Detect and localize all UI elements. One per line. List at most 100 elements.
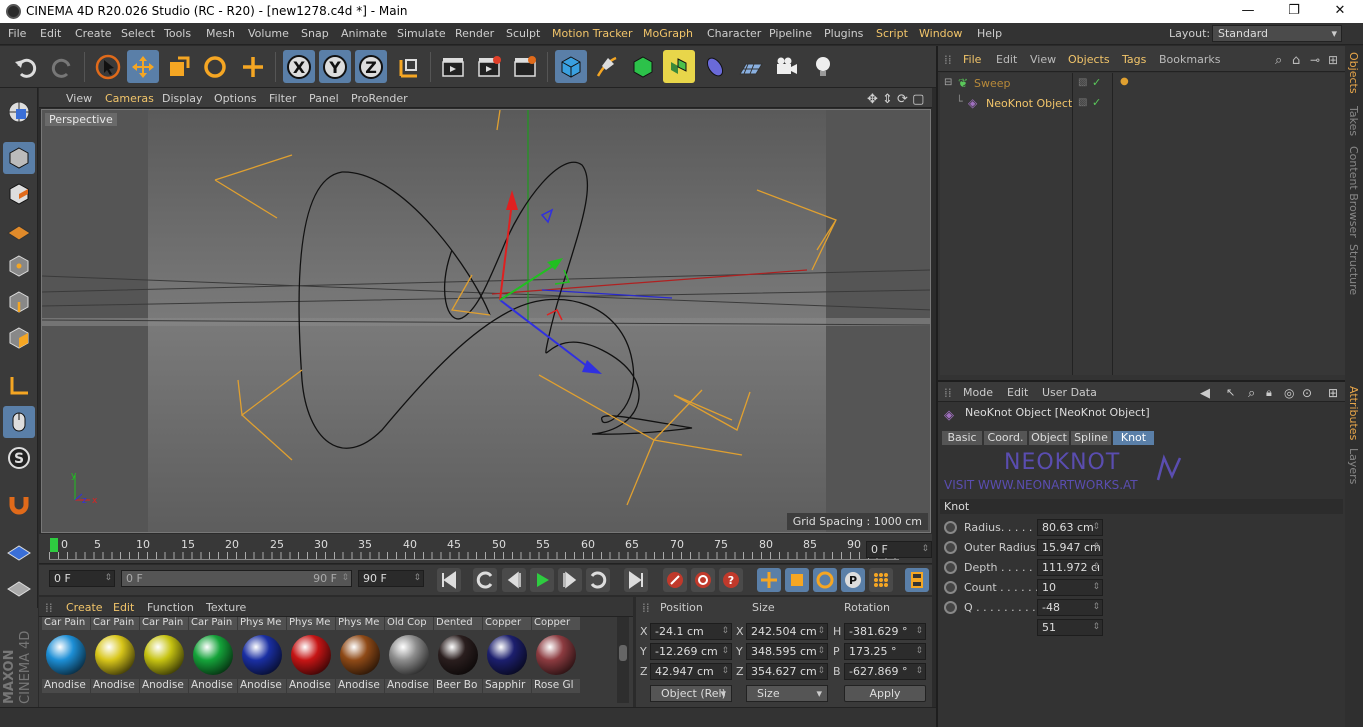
objects-menu-objects[interactable]: Objects: [1068, 53, 1110, 66]
animate-radio[interactable]: [944, 541, 957, 554]
history-icon[interactable]: ◎: [1284, 386, 1294, 400]
object-row-sweep[interactable]: ⊟ ❦ Sweep ▧ ✓ ●: [940, 74, 1345, 94]
y-axis-toggle[interactable]: Y: [319, 50, 351, 83]
rotation-h-field[interactable]: -381.629 °: [844, 623, 926, 640]
size-y-field[interactable]: 348.595 cm: [746, 643, 828, 660]
coordinate-mode-dropdown[interactable]: Object (Rel): [650, 685, 732, 702]
menu-tools[interactable]: Tools: [164, 27, 191, 40]
subdivision-surface-button[interactable]: [627, 50, 659, 83]
previous-key-button[interactable]: [473, 568, 497, 592]
start-frame-field[interactable]: 0 F: [49, 570, 115, 587]
objects-menu-tags[interactable]: Tags: [1122, 53, 1146, 66]
viewport-menu-filter[interactable]: Filter: [269, 92, 296, 105]
polygons-mode-button[interactable]: [3, 322, 35, 354]
animate-radio[interactable]: [944, 581, 957, 594]
objects-menu-bookmarks[interactable]: Bookmarks: [1159, 53, 1220, 66]
apply-button[interactable]: Apply: [844, 685, 926, 702]
floor-button[interactable]: [735, 50, 767, 83]
viewport-navigation-icons[interactable]: ✥ ⇕ ⟳ ▢: [867, 92, 924, 107]
light-button[interactable]: [807, 50, 839, 83]
edges-mode-button[interactable]: [3, 286, 35, 318]
workplane-lock-button[interactable]: [3, 534, 35, 566]
tab-knot[interactable]: Knot: [1112, 430, 1155, 446]
object-name[interactable]: NeoKnot Object: [986, 97, 1072, 110]
autokeying-button[interactable]: [691, 568, 715, 592]
objects-menu-view[interactable]: View: [1030, 53, 1056, 66]
tab-basic[interactable]: Basic: [941, 430, 983, 446]
lock-icon[interactable]: 🔒︎: [1266, 386, 1272, 400]
material-item[interactable]: Phys Me Anodise: [238, 617, 286, 695]
close-button[interactable]: ✕: [1317, 0, 1363, 23]
animate-radio[interactable]: [944, 601, 957, 614]
menu-animate[interactable]: Animate: [341, 27, 387, 40]
menu-file[interactable]: File: [8, 27, 26, 40]
attributes-menu-user-data[interactable]: User Data: [1042, 386, 1097, 399]
material-item[interactable]: Dented Beer Bo: [434, 617, 482, 695]
rotate-tool-button[interactable]: [199, 50, 231, 83]
render-view-button[interactable]: [437, 50, 469, 83]
new-panel-icon[interactable]: ⊞: [1328, 386, 1338, 400]
workplane-button[interactable]: [3, 214, 35, 246]
menu-mesh[interactable]: Mesh: [206, 27, 235, 40]
new-panel-icon[interactable]: ⊞: [1328, 53, 1338, 67]
tag-icon[interactable]: ●: [1120, 76, 1129, 87]
frame-range-slider[interactable]: 0 F 90 F: [121, 570, 352, 587]
menu-character[interactable]: Character: [707, 27, 761, 40]
next-key-button[interactable]: [586, 568, 610, 592]
deformer-button[interactable]: [699, 50, 731, 83]
redo-button[interactable]: [46, 50, 78, 83]
pen-spline-button[interactable]: [591, 50, 623, 83]
viewport-menu-panel[interactable]: Panel: [309, 92, 339, 105]
make-editable-button[interactable]: [3, 96, 35, 128]
live-selection-button[interactable]: [92, 50, 124, 83]
viewport-menu-cameras[interactable]: Cameras: [105, 92, 154, 105]
z-axis-toggle[interactable]: Z: [355, 50, 387, 83]
locked-workplane-button[interactable]: [3, 570, 35, 602]
perspective-viewport[interactable]: y x z Perspective Grid Spacing : 1000 cm: [41, 109, 931, 533]
search-icon[interactable]: ⌕: [1275, 53, 1282, 68]
material-item[interactable]: Car Pain Anodise: [42, 617, 90, 695]
side-tab-attributes[interactable]: Attributes: [1347, 386, 1360, 440]
material-item[interactable]: Phys Me Anodise: [287, 617, 335, 695]
camera-button[interactable]: [771, 50, 803, 83]
viewport-menu-options[interactable]: Options: [214, 92, 256, 105]
solo-button[interactable]: S: [3, 442, 35, 474]
parameter-key-button[interactable]: P: [841, 568, 865, 592]
go-to-end-button[interactable]: [624, 568, 648, 592]
snap-button[interactable]: [3, 488, 35, 520]
material-scrollbar-thumb[interactable]: [619, 645, 627, 661]
tab-spline[interactable]: Spline: [1070, 430, 1112, 446]
timeline-ruler[interactable]: 0 5 10 15 20 25 30 35 40 45 50 55 60 65 …: [39, 534, 932, 564]
attributes-menu-edit[interactable]: Edit: [1007, 386, 1028, 399]
record-active-button[interactable]: [663, 568, 687, 592]
go-to-start-button[interactable]: [437, 568, 461, 592]
menu-sculpt[interactable]: Sculpt: [506, 27, 540, 40]
menu-render[interactable]: Render: [455, 27, 494, 40]
material-menu-create[interactable]: Create: [66, 601, 103, 614]
play-button[interactable]: [530, 568, 554, 592]
menu-simulate[interactable]: Simulate: [397, 27, 446, 40]
enabled-check-icon[interactable]: ✓: [1092, 76, 1101, 89]
outer-radius-field[interactable]: 15.947 cm: [1037, 539, 1103, 556]
search-icon[interactable]: ⌕: [1248, 386, 1255, 401]
material-scrollbar[interactable]: [617, 617, 629, 703]
up-arrow-icon[interactable]: ↖: [1226, 386, 1235, 399]
menu-window[interactable]: Window: [919, 27, 962, 40]
menu-pipeline[interactable]: Pipeline: [769, 27, 812, 40]
coordinate-system-button[interactable]: [393, 50, 425, 83]
points-mode-button[interactable]: [3, 250, 35, 282]
material-item[interactable]: Car Pain Anodise: [91, 617, 139, 695]
size-z-field[interactable]: 354.627 cm: [746, 663, 828, 680]
depth-field[interactable]: 111.972 cı: [1037, 559, 1103, 576]
playhead[interactable]: [50, 538, 58, 552]
maximize-button[interactable]: ❐: [1271, 0, 1317, 23]
animate-radio[interactable]: [944, 521, 957, 534]
object-name[interactable]: Sweep: [974, 77, 1011, 90]
move-tool-button[interactable]: [127, 50, 159, 83]
size-mode-dropdown[interactable]: Size: [746, 685, 828, 702]
point-level-key-button[interactable]: [869, 568, 893, 592]
material-item[interactable]: Old Cop Anodise: [385, 617, 433, 695]
radius-field[interactable]: 80.63 cm: [1037, 519, 1103, 536]
menu-mograph[interactable]: MoGraph: [643, 27, 693, 40]
viewport-menu-display[interactable]: Display: [162, 92, 203, 105]
